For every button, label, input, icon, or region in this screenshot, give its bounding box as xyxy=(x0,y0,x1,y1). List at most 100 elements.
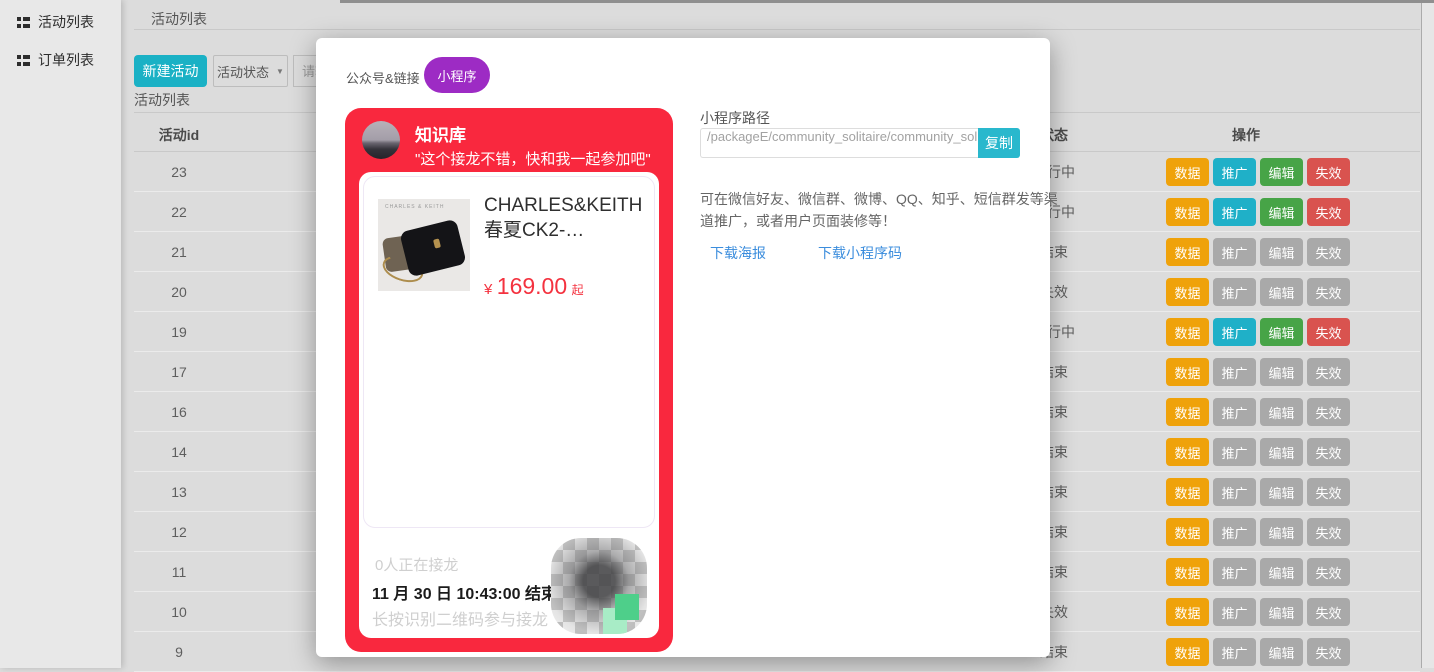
row-actions: 数据推广编辑失效 xyxy=(1166,438,1350,466)
activity-status-select[interactable]: 活动状态 ▼ xyxy=(213,55,288,87)
action-invalidate-button[interactable]: 失效 xyxy=(1307,398,1350,426)
action-promote-button[interactable]: 推广 xyxy=(1213,398,1256,426)
activity-id-cell: 11 xyxy=(134,552,224,592)
preview-title: 知识库 xyxy=(415,121,466,146)
row-actions: 数据推广编辑失效 xyxy=(1166,238,1350,266)
download-qr-link[interactable]: 下载小程序码 xyxy=(818,243,902,263)
action-promote-button[interactable]: 推广 xyxy=(1213,198,1256,226)
action-edit-button[interactable]: 编辑 xyxy=(1260,278,1303,306)
action-edit-button[interactable]: 编辑 xyxy=(1260,478,1303,506)
action-data-button[interactable]: 数据 xyxy=(1166,518,1209,546)
product-title: CHARLES&KEITH春夏CK2-20270602… xyxy=(484,193,654,243)
action-invalidate-button[interactable]: 失效 xyxy=(1307,158,1350,186)
action-edit-button[interactable]: 编辑 xyxy=(1260,558,1303,586)
action-data-button[interactable]: 数据 xyxy=(1166,278,1209,306)
row-actions: 数据推广编辑失效 xyxy=(1166,158,1350,186)
action-invalidate-button[interactable]: 失效 xyxy=(1307,358,1350,386)
action-invalidate-button[interactable]: 失效 xyxy=(1307,318,1350,346)
action-data-button[interactable]: 数据 xyxy=(1166,478,1209,506)
activity-id-cell: 13 xyxy=(134,472,224,512)
action-edit-button[interactable]: 编辑 xyxy=(1260,198,1303,226)
action-promote-button[interactable]: 推广 xyxy=(1213,158,1256,186)
action-promote-button[interactable]: 推广 xyxy=(1213,358,1256,386)
action-promote-button[interactable]: 推广 xyxy=(1213,518,1256,546)
action-edit-button[interactable]: 编辑 xyxy=(1260,398,1303,426)
breadcrumb: 活动列表 xyxy=(151,9,207,29)
preview-subtitle: "这个接龙不错，快和我一起参加吧" xyxy=(415,148,651,169)
action-data-button[interactable]: 数据 xyxy=(1166,638,1209,666)
action-data-button[interactable]: 数据 xyxy=(1166,158,1209,186)
row-actions: 数据推广编辑失效 xyxy=(1166,398,1350,426)
action-data-button[interactable]: 数据 xyxy=(1166,558,1209,586)
action-promote-button[interactable]: 推广 xyxy=(1213,238,1256,266)
tab-official-account-link[interactable]: 公众号&链接 xyxy=(346,68,420,87)
action-data-button[interactable]: 数据 xyxy=(1166,598,1209,626)
action-data-button[interactable]: 数据 xyxy=(1166,438,1209,466)
activity-id-cell: 17 xyxy=(134,352,224,392)
action-promote-button[interactable]: 推广 xyxy=(1213,638,1256,666)
currency-symbol: ¥ xyxy=(484,281,492,298)
row-actions: 数据推广编辑失效 xyxy=(1166,638,1350,666)
action-invalidate-button[interactable]: 失效 xyxy=(1307,638,1350,666)
action-data-button[interactable]: 数据 xyxy=(1166,238,1209,266)
scrollbar[interactable] xyxy=(1421,0,1434,668)
action-data-button[interactable]: 数据 xyxy=(1166,398,1209,426)
action-invalidate-button[interactable]: 失效 xyxy=(1307,438,1350,466)
action-edit-button[interactable]: 编辑 xyxy=(1260,238,1303,266)
product-card: CHARLES & KEITH CHARLES&KEITH春夏CK2-20270… xyxy=(363,176,655,528)
activity-status-select-label: 活动状态 xyxy=(217,62,269,81)
action-invalidate-button[interactable]: 失效 xyxy=(1307,278,1350,306)
action-data-button[interactable]: 数据 xyxy=(1166,198,1209,226)
sidebar-item-activity-list[interactable]: 活动列表 xyxy=(0,10,121,34)
row-actions: 数据推广编辑失效 xyxy=(1166,598,1350,626)
scan-hint-text: 长按识别二维码参与接龙 xyxy=(372,606,548,630)
activity-id-cell: 9 xyxy=(134,632,224,672)
chevron-down-icon: ▼ xyxy=(276,67,284,76)
preview-inner-panel: CHARLES & KEITH CHARLES&KEITH春夏CK2-20270… xyxy=(359,172,659,638)
share-tip-text: 可在微信好友、微信群、微博、QQ、知乎、短信群发等渠道推广，或者用户页面装修等！ xyxy=(700,188,1062,232)
action-invalidate-button[interactable]: 失效 xyxy=(1307,238,1350,266)
action-edit-button[interactable]: 编辑 xyxy=(1260,518,1303,546)
action-edit-button[interactable]: 编辑 xyxy=(1260,638,1303,666)
activity-id-cell: 14 xyxy=(134,432,224,472)
price-suffix: 起 xyxy=(572,283,584,297)
row-actions: 数据推广编辑失效 xyxy=(1166,518,1350,546)
action-edit-button[interactable]: 编辑 xyxy=(1260,158,1303,186)
action-promote-button[interactable]: 推广 xyxy=(1213,278,1256,306)
list-icon xyxy=(17,17,30,28)
activity-id-cell: 16 xyxy=(134,392,224,432)
action-promote-button[interactable]: 推广 xyxy=(1213,318,1256,346)
action-invalidate-button[interactable]: 失效 xyxy=(1307,198,1350,226)
window-top-edge xyxy=(340,0,1434,3)
list-icon xyxy=(17,55,30,66)
action-invalidate-button[interactable]: 失效 xyxy=(1307,558,1350,586)
sidebar-item-order-list[interactable]: 订单列表 xyxy=(0,48,121,72)
action-data-button[interactable]: 数据 xyxy=(1166,358,1209,386)
column-header-activity-id: 活动id xyxy=(134,118,224,152)
row-actions: 数据推广编辑失效 xyxy=(1166,558,1350,586)
action-invalidate-button[interactable]: 失效 xyxy=(1307,598,1350,626)
sidebar-item-label: 订单列表 xyxy=(38,50,94,70)
action-promote-button[interactable]: 推广 xyxy=(1213,598,1256,626)
product-image: CHARLES & KEITH xyxy=(378,199,470,291)
action-data-button[interactable]: 数据 xyxy=(1166,318,1209,346)
action-invalidate-button[interactable]: 失效 xyxy=(1307,478,1350,506)
action-edit-button[interactable]: 编辑 xyxy=(1260,358,1303,386)
download-poster-link[interactable]: 下载海报 xyxy=(710,243,766,263)
action-edit-button[interactable]: 编辑 xyxy=(1260,438,1303,466)
new-activity-button[interactable]: 新建活动 xyxy=(134,55,207,87)
bag-shape xyxy=(399,219,466,278)
action-edit-button[interactable]: 编辑 xyxy=(1260,318,1303,346)
action-invalidate-button[interactable]: 失效 xyxy=(1307,518,1350,546)
action-promote-button[interactable]: 推广 xyxy=(1213,438,1256,466)
activity-id-cell: 12 xyxy=(134,512,224,552)
action-promote-button[interactable]: 推广 xyxy=(1213,478,1256,506)
mini-program-path-input[interactable]: /packageE/community_solitaire/community_… xyxy=(700,128,978,158)
product-image-brand-text: CHARLES & KEITH xyxy=(385,204,444,210)
copy-button[interactable]: 复制 xyxy=(978,128,1020,158)
tab-mini-program[interactable]: 小程序 xyxy=(424,57,490,93)
action-edit-button[interactable]: 编辑 xyxy=(1260,598,1303,626)
action-promote-button[interactable]: 推广 xyxy=(1213,558,1256,586)
panel-title: 活动列表 xyxy=(134,90,190,110)
row-actions: 数据推广编辑失效 xyxy=(1166,478,1350,506)
